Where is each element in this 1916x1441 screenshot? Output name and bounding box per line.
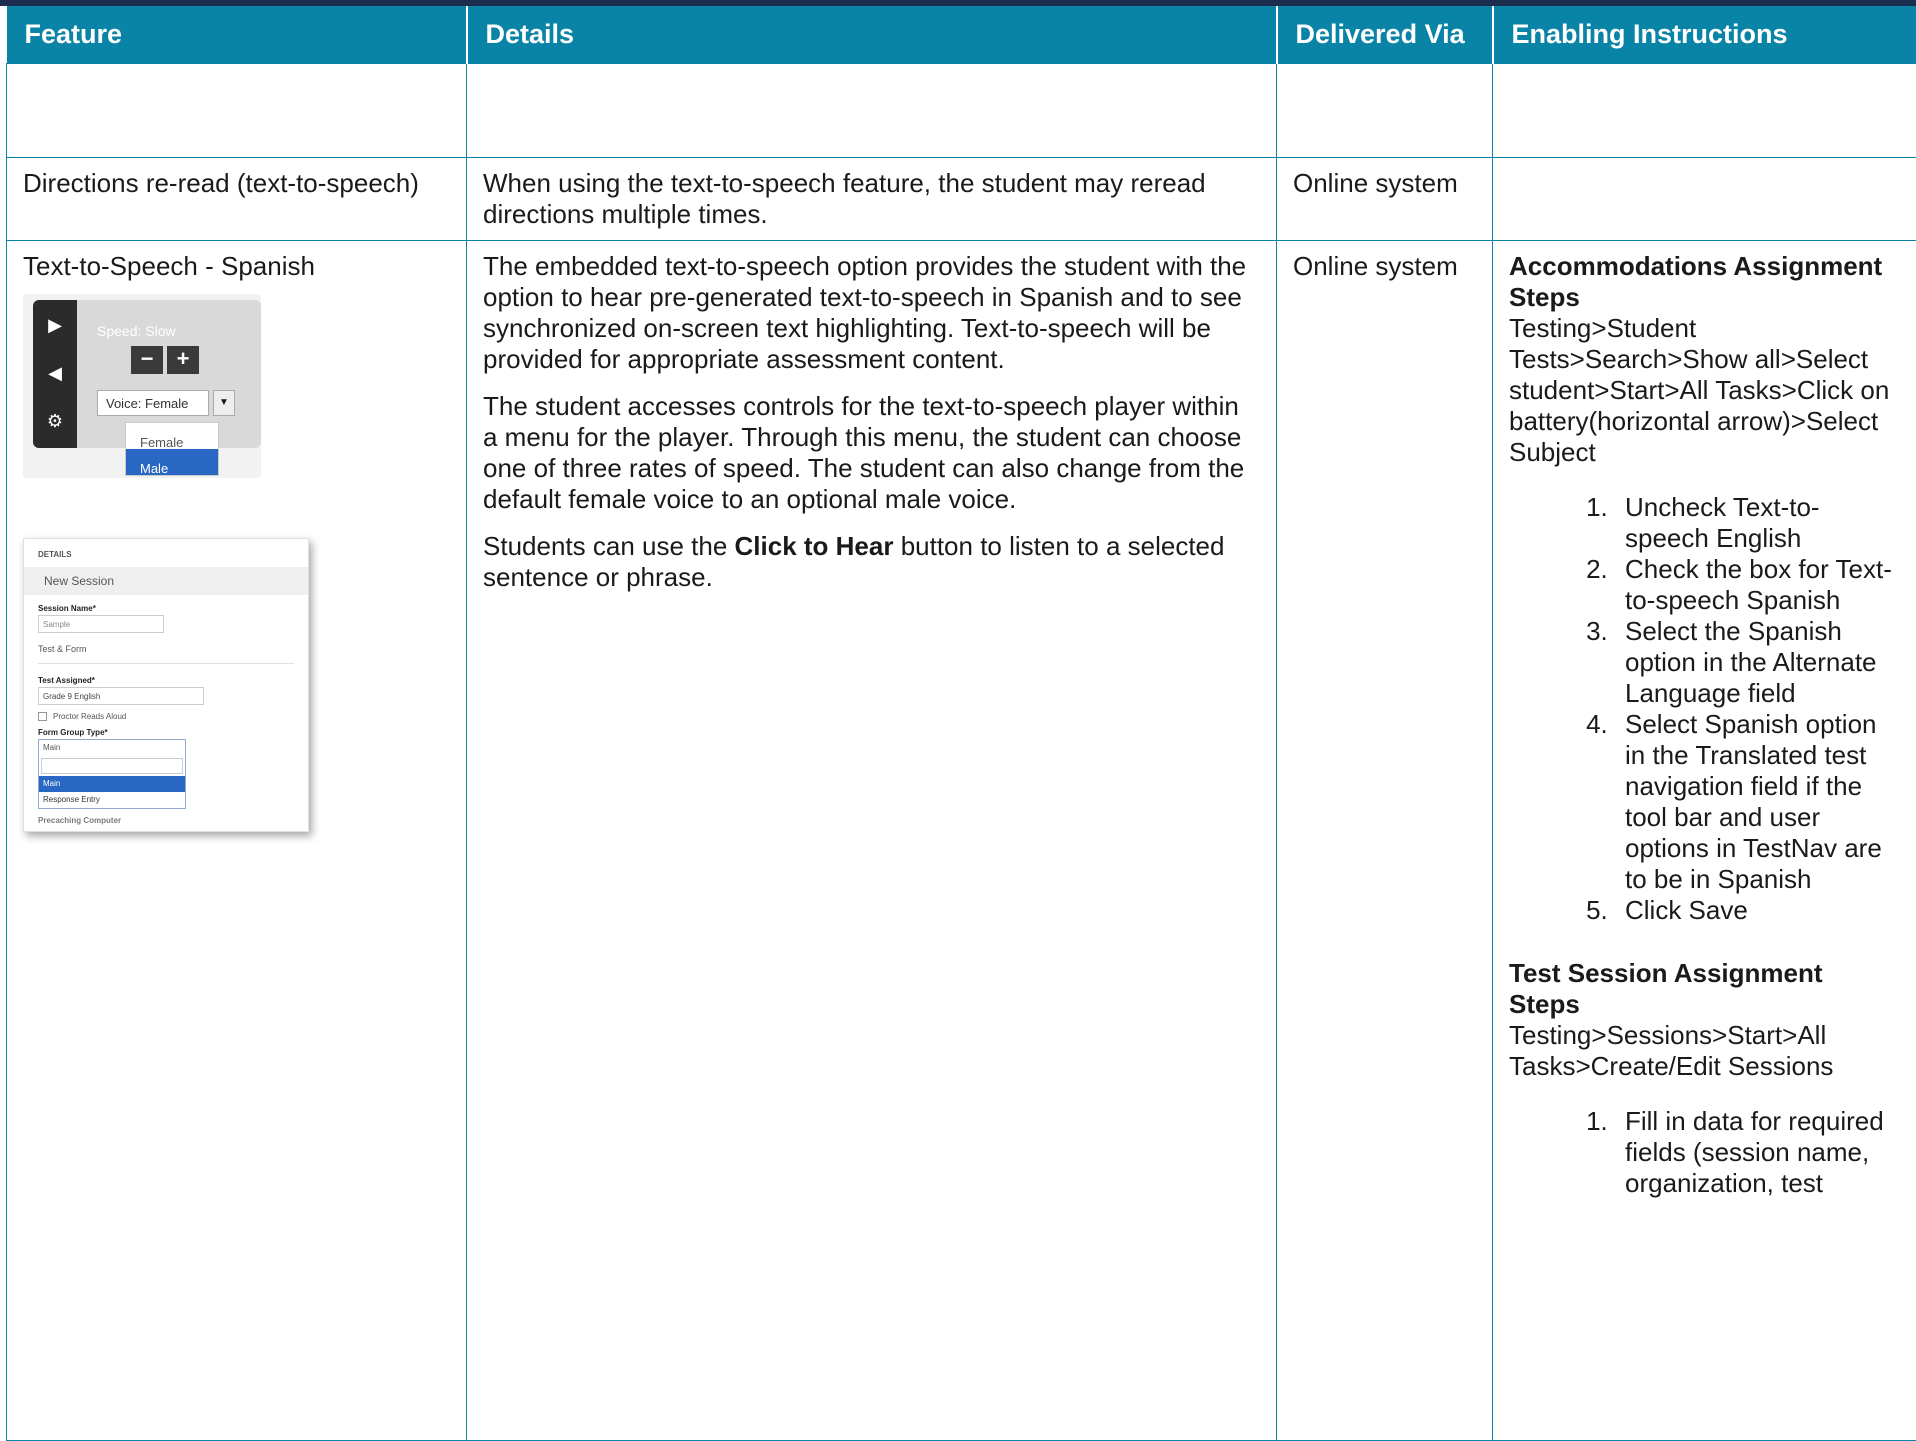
table-row: Text-to-Speech - Spanish ▶ ◀ ⚙ Speed: Sl… xyxy=(7,241,1916,1441)
cell-empty xyxy=(467,64,1277,158)
step-item: Uncheck Text-to-speech English xyxy=(1615,492,1900,554)
details-paragraph: The embedded text-to-speech option provi… xyxy=(483,251,1260,375)
dropdown-search xyxy=(41,758,183,774)
cell-delivered-via: Online system xyxy=(1277,158,1493,241)
plus-button: + xyxy=(167,346,199,374)
cell-empty xyxy=(1277,64,1493,158)
accommodations-table: Feature Details Delivered Via Enabling I… xyxy=(6,6,1916,1441)
details-paragraph: Students can use the Click to Hear butto… xyxy=(483,531,1260,593)
session-name-input: Sample xyxy=(38,615,164,633)
delivered-via-text: Online system xyxy=(1293,251,1476,282)
feature-text: Directions re-read (text-to-speech) xyxy=(23,168,450,199)
session-name-label: Session Name* xyxy=(38,603,96,615)
details-paragraph: The student accesses controls for the te… xyxy=(483,391,1260,515)
dropdown-option-selected: Main xyxy=(39,776,185,792)
tts-player-screenshot: ▶ ◀ ⚙ Speed: Slow − + Voice: Female ▼ Fe… xyxy=(23,294,261,478)
cell-feature: Text-to-Speech - Spanish ▶ ◀ ⚙ Speed: Sl… xyxy=(7,241,467,1441)
click-to-hear-label: Click to Hear xyxy=(735,531,894,561)
feature-text: Text-to-Speech - Spanish xyxy=(23,251,450,282)
cut-off-label: Precaching Computer xyxy=(38,815,121,827)
step-item: Select Spanish option in the Translated … xyxy=(1615,709,1900,895)
form-group-label: Form Group Type* xyxy=(38,727,108,739)
cell-instructions xyxy=(1493,158,1916,241)
form-section-header: DETAILS xyxy=(38,549,72,561)
cell-delivered-via: Online system xyxy=(1277,241,1493,1441)
accommodations-heading: Accommodations Assignment Steps xyxy=(1509,251,1900,313)
cell-feature: Directions re-read (text-to-speech) xyxy=(7,158,467,241)
cell-instructions: Accommodations Assignment Steps Testing>… xyxy=(1493,241,1916,1441)
speed-label: Speed: Slow xyxy=(97,316,176,347)
form-title: New Session xyxy=(24,567,308,595)
header-enabling-instructions: Enabling Instructions xyxy=(1493,6,1916,64)
test-assigned-select: Grade 9 English xyxy=(38,687,204,705)
dropdown-option: Response Entry xyxy=(39,792,185,808)
voice-option: Female xyxy=(126,423,218,449)
voice-select: Voice: Female xyxy=(97,390,209,416)
form-group-dropdown: Main Main Response Entry xyxy=(38,739,186,809)
form-group-value: Main xyxy=(39,740,185,756)
cell-details: The embedded text-to-speech option provi… xyxy=(467,241,1277,1441)
header-feature: Feature xyxy=(7,6,467,64)
step-item: Fill in data for required fields (sessio… xyxy=(1615,1106,1900,1199)
step-item: Select the Spanish option in the Alterna… xyxy=(1615,616,1900,709)
gear-icon: ⚙ xyxy=(33,398,77,444)
step-item: Check the box for Text-to-speech Spanish xyxy=(1615,554,1900,616)
checkbox-icon xyxy=(38,712,47,721)
play-icon: ▶ xyxy=(33,302,77,348)
header-delivered-via: Delivered Via xyxy=(1277,6,1493,64)
session-heading: Test Session Assignment Steps xyxy=(1509,958,1900,1020)
details-text: When using the text-to-speech feature, t… xyxy=(483,168,1260,230)
test-form-heading: Test & Form xyxy=(38,643,87,655)
cell-details: When using the text-to-speech feature, t… xyxy=(467,158,1277,241)
session-steps: Fill in data for required fields (sessio… xyxy=(1509,1106,1900,1199)
header-details: Details xyxy=(467,6,1277,64)
chevron-down-icon: ▼ xyxy=(213,390,235,416)
session-path: Testing>Sessions>Start>All Tasks>Create/… xyxy=(1509,1020,1900,1082)
proctor-reads-label: Proctor Reads Aloud xyxy=(53,712,126,721)
table-header-row: Feature Details Delivered Via Enabling I… xyxy=(7,6,1916,64)
delivered-via-text: Online system xyxy=(1293,168,1476,199)
megaphone-icon: ◀ xyxy=(33,350,77,396)
minus-button: − xyxy=(131,346,163,374)
accommodations-path: Testing>Student Tests>Search>Show all>Se… xyxy=(1509,313,1900,468)
session-form-screenshot: DETAILS New Session Session Name* Sample… xyxy=(23,538,309,832)
cell-empty xyxy=(1493,64,1916,158)
step-item: Click Save xyxy=(1615,895,1900,926)
details-text: Students can use the xyxy=(483,531,735,561)
test-assigned-label: Test Assigned* xyxy=(38,675,95,687)
cell-empty xyxy=(7,64,467,158)
accommodations-steps: Uncheck Text-to-speech English Check the… xyxy=(1509,492,1900,926)
table-row: Directions re-read (text-to-speech) When… xyxy=(7,158,1916,241)
table-row-empty xyxy=(7,64,1916,158)
voice-menu: Female Male xyxy=(125,422,219,476)
